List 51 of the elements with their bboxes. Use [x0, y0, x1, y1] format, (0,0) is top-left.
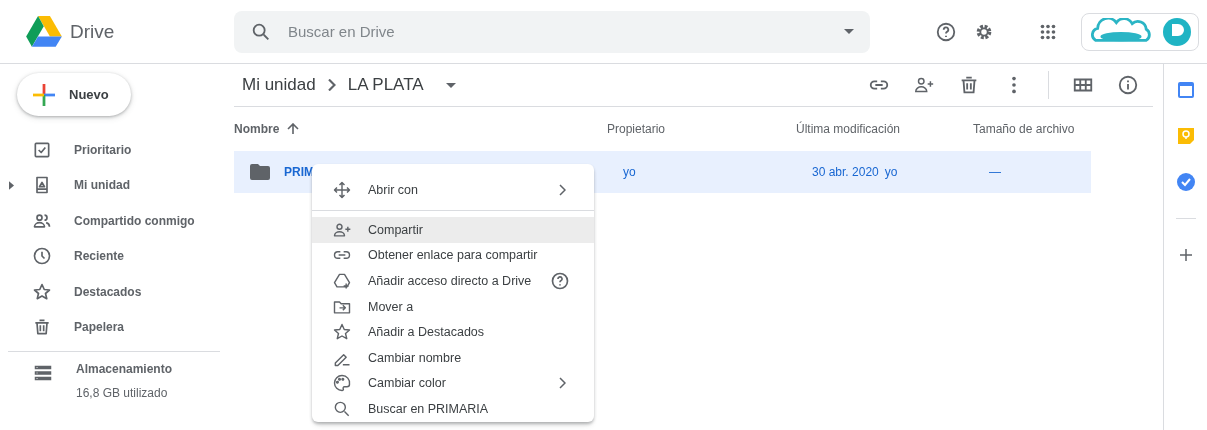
modified-by: yo: [884, 165, 898, 179]
submenu-chevron-icon: [558, 184, 566, 196]
menu-item[interactable]: Abrir con: [312, 172, 594, 211]
help-icon[interactable]: [550, 271, 570, 291]
storage-link[interactable]: Almacenamiento: [76, 362, 173, 376]
menu-item[interactable]: Añadir a Destacados: [312, 319, 594, 345]
drive-logo-icon: [26, 15, 62, 48]
modified-date: 30 abr. 2020: [812, 165, 879, 179]
dropdown-caret-icon[interactable]: [844, 29, 854, 34]
sidebar-item[interactable]: Compartido conmigo: [0, 203, 220, 239]
sort-arrow-up-icon[interactable]: [287, 123, 300, 135]
app-name: Drive: [70, 20, 115, 43]
sidebar-item-icon: [32, 246, 52, 267]
sidebar-item-icon: [32, 317, 52, 338]
new-button[interactable]: Nuevo: [17, 73, 131, 116]
sidebar-item[interactable]: Mi unidad: [0, 167, 220, 203]
sidebar-item-icon: [32, 281, 52, 302]
column-header[interactable]: Última modificación: [796, 122, 901, 136]
chevron-right-icon: [327, 79, 336, 91]
info-icon[interactable]: [1117, 74, 1139, 96]
menu-item[interactable]: Mover a: [312, 293, 594, 320]
sidebar-item[interactable]: Destacados: [0, 274, 220, 310]
submenu-chevron-icon: [558, 377, 566, 390]
breadcrumb-item[interactable]: LA PLATA: [347, 75, 424, 95]
menu-item[interactable]: Cambiar color: [312, 370, 594, 397]
calendar-icon[interactable]: [1175, 80, 1196, 100]
breadcrumb-item[interactable]: Mi unidad: [242, 75, 316, 95]
storage-usage: 16,8 GB utilizado: [76, 386, 169, 400]
folder-icon: [250, 164, 270, 180]
column-header[interactable]: Nombre: [234, 122, 280, 136]
search-field[interactable]: Buscar en Drive: [286, 22, 830, 41]
menu-item[interactable]: Añadir acceso directo a Drive: [312, 268, 594, 294]
sidebar-item[interactable]: Prioritario: [0, 132, 220, 168]
expand-arrow-icon[interactable]: [8, 180, 14, 190]
file-name: PRIM: [284, 165, 314, 179]
owner-cell: yo: [623, 165, 636, 179]
search-bar[interactable]: Buscar en Drive: [234, 10, 870, 53]
file-size: —: [989, 165, 1001, 179]
sidebar-item[interactable]: Papelera: [0, 309, 220, 345]
dropdown-caret-icon[interactable]: [445, 82, 456, 88]
check-circle-icon[interactable]: [1175, 172, 1196, 192]
help-icon[interactable]: [935, 20, 957, 43]
menu-item[interactable]: Compartir: [312, 217, 594, 243]
menu-item[interactable]: Cambiar nombre: [312, 344, 594, 371]
column-header[interactable]: Tamaño de archivo: [973, 122, 1075, 136]
menu-item[interactable]: Buscar en PRIMARIA: [312, 396, 594, 422]
sidebar-item[interactable]: Reciente: [0, 238, 220, 274]
column-header[interactable]: Propietario: [607, 122, 666, 136]
menu-item[interactable]: Obtener enlace para compartir: [312, 242, 594, 269]
avatar-circle-icon: [1162, 16, 1192, 47]
plus-icon: [33, 83, 55, 106]
